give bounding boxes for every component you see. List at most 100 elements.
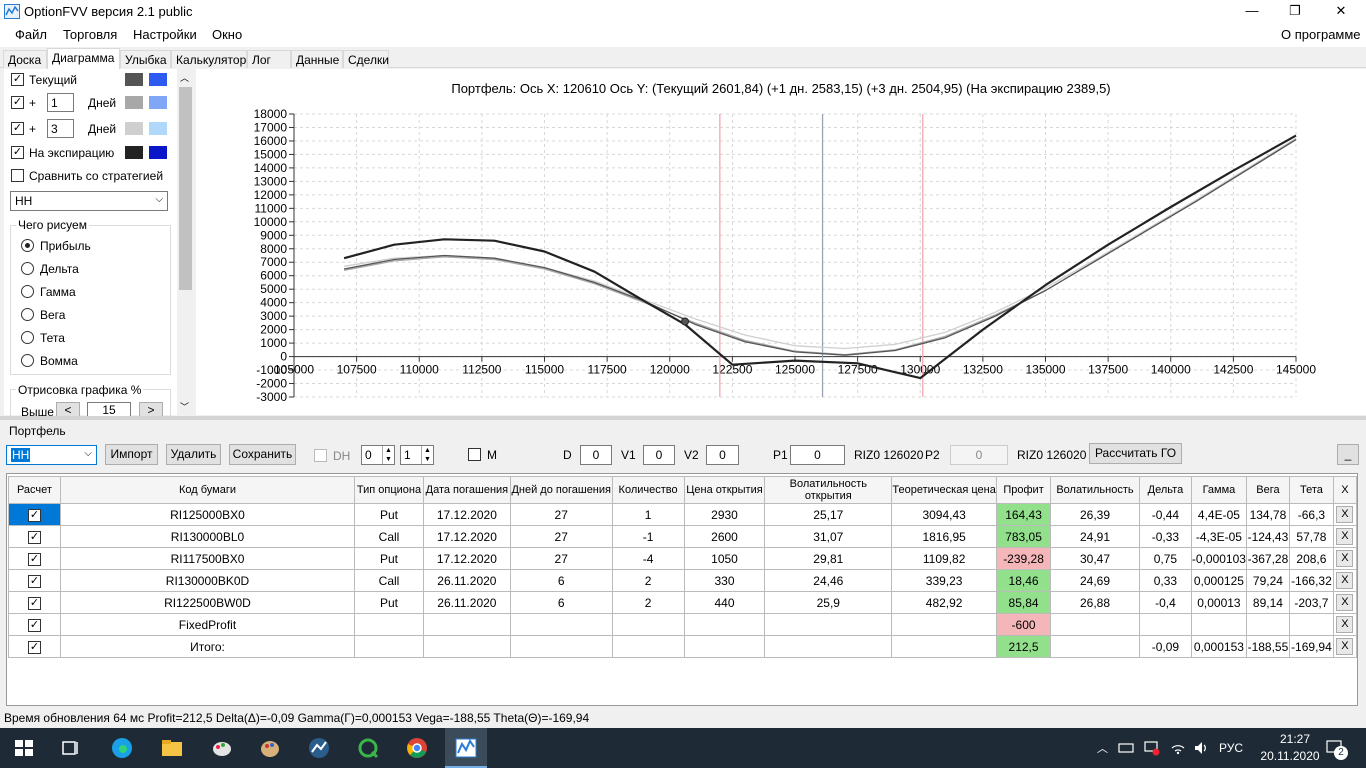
cell-profit[interactable]: 85,84 <box>996 591 1052 614</box>
cell-date[interactable] <box>422 613 511 636</box>
cell-theta[interactable]: -66,3 <box>1288 503 1334 526</box>
cell-type[interactable] <box>354 613 424 636</box>
column-header[interactable]: Гамма <box>1190 476 1247 504</box>
cell-qty[interactable]: -1 <box>611 525 685 548</box>
table-row[interactable]: ✓ RI122500BW0D Put 26.11.2020 6 2 440 25,9 482,9… <box>8 591 1358 614</box>
left-scrollbar[interactable]: ︿ ﹀ <box>177 69 194 415</box>
m-checkbox[interactable] <box>468 448 481 461</box>
cell-vol[interactable]: 26,39 <box>1050 503 1140 526</box>
cell-profit[interactable]: -239,28 <box>996 547 1052 570</box>
cell-theta[interactable]: 57,78 <box>1288 525 1334 548</box>
table-row[interactable]: ✓ RI130000BK0D Call 26.11.2020 6 2 330 24,46 339… <box>8 569 1358 592</box>
cell-profit[interactable]: 164,43 <box>996 503 1052 526</box>
table-row[interactable]: ✓ RI130000BL0 Call 17.12.2020 27 -1 2600 31,07 1… <box>8 525 1358 548</box>
row-checkbox[interactable]: ✓ <box>27 531 41 544</box>
windows-start-icon[interactable] <box>12 736 36 760</box>
dh-spin-2[interactable]: 1 ▲ ▼ <box>400 445 434 465</box>
column-header[interactable]: Дельта <box>1138 476 1192 504</box>
cell-date[interactable] <box>422 635 511 658</box>
cell-type[interactable]: Call <box>354 525 424 548</box>
close-button[interactable]: ✕ <box>1318 0 1364 23</box>
menu-about[interactable]: О программе <box>1281 27 1361 42</box>
chrome-icon[interactable] <box>405 736 429 760</box>
cell-code[interactable]: RI130000BK0D <box>59 569 356 592</box>
day1-color-blue[interactable] <box>149 96 167 109</box>
cell-delta[interactable]: -0,33 <box>1138 525 1192 548</box>
calc-cell[interactable]: ✓ <box>8 503 61 526</box>
cell-vol-open[interactable] <box>764 613 893 636</box>
cell-vega[interactable]: 79,24 <box>1245 569 1290 592</box>
tray-date[interactable]: 20.11.2020 <box>1257 749 1323 763</box>
plus-day3-checkbox[interactable]: ✓ <box>11 122 24 135</box>
cell-delta[interactable]: 0,75 <box>1138 547 1192 570</box>
calc-cell[interactable]: ✓ <box>8 525 61 548</box>
palette-app-icon[interactable] <box>258 736 282 760</box>
cell-qty[interactable]: 2 <box>611 591 685 614</box>
cell-type[interactable]: Put <box>354 591 424 614</box>
cell-vol-open[interactable]: 24,46 <box>764 569 893 592</box>
cell-days[interactable] <box>509 613 613 636</box>
column-header[interactable]: Тета <box>1288 476 1334 504</box>
days1-input[interactable]: 1 <box>47 93 74 112</box>
tab-smile[interactable]: Улыбка <box>120 50 171 68</box>
d-input[interactable]: 0 <box>580 445 612 465</box>
calc-cell[interactable]: ✓ <box>8 591 61 614</box>
spin-up-icon[interactable]: ▲ <box>421 446 433 455</box>
cell-date[interactable]: 26.11.2020 <box>422 569 511 592</box>
cell-gamma[interactable]: 0,000125 <box>1190 569 1247 592</box>
scroll-down-icon[interactable]: ﹀ <box>180 400 189 413</box>
cell-theta[interactable]: 208,6 <box>1288 547 1334 570</box>
tab-data[interactable]: Данные <box>291 50 343 68</box>
cell-date[interactable]: 17.12.2020 <box>422 503 511 526</box>
day1-color-gray[interactable] <box>125 96 143 109</box>
cell-gamma[interactable]: -0,000103 <box>1190 547 1247 570</box>
column-header[interactable]: Цена открытия <box>683 476 766 504</box>
cell-price[interactable]: 1050 <box>683 547 766 570</box>
tab-log[interactable]: Лог <box>247 50 291 68</box>
column-header[interactable]: Количество <box>611 476 685 504</box>
row-checkbox[interactable]: ✓ <box>27 619 41 632</box>
column-header[interactable]: Вега <box>1245 476 1290 504</box>
column-header[interactable]: Профит <box>996 476 1052 504</box>
row-checkbox[interactable]: ✓ <box>27 509 41 522</box>
tab-calculator[interactable]: Калькулятор <box>171 50 247 68</box>
save-button[interactable]: Сохранить <box>229 444 296 465</box>
column-header[interactable]: Тип опциона <box>354 476 424 504</box>
radio-gamma[interactable] <box>21 285 34 298</box>
v1-input[interactable]: 0 <box>643 445 675 465</box>
cell-theo[interactable]: 3094,43 <box>891 503 998 526</box>
column-header[interactable]: Волатильность открытия <box>764 476 893 504</box>
menu-window[interactable]: Окно <box>212 27 242 42</box>
tab-board[interactable]: Доска <box>3 50 47 68</box>
current-color-dark[interactable] <box>125 73 143 86</box>
spin-down-icon[interactable]: ▼ <box>421 455 433 464</box>
menu-trade[interactable]: Торговля <box>63 27 117 42</box>
cell-date[interactable]: 17.12.2020 <box>422 525 511 548</box>
cell-gamma[interactable]: 4,4E-05 <box>1190 503 1247 526</box>
remove-row-button[interactable]: X <box>1336 506 1354 523</box>
cell-qty[interactable] <box>611 613 685 636</box>
cell-profit[interactable]: -600 <box>996 613 1052 636</box>
radio-delta[interactable] <box>21 262 34 275</box>
cell-theo[interactable]: 1109,82 <box>891 547 998 570</box>
row-checkbox[interactable]: ✓ <box>27 553 41 566</box>
p1-input[interactable]: 0 <box>790 445 845 465</box>
cell-vol-open[interactable]: 25,9 <box>764 591 893 614</box>
scroll-up-icon[interactable]: ︿ <box>180 71 189 84</box>
cell-vol[interactable] <box>1050 613 1140 636</box>
cell-vega[interactable]: -124,43 <box>1245 525 1290 548</box>
tray-expand-icon[interactable]: ︿ <box>1097 740 1108 756</box>
cell-vega[interactable]: 134,78 <box>1245 503 1290 526</box>
cell-type[interactable]: Put <box>354 503 424 526</box>
column-header[interactable]: Дней до погашения <box>509 476 613 504</box>
paint-app-icon[interactable] <box>210 736 234 760</box>
cell-type[interactable]: Call <box>354 569 424 592</box>
expiry-color-blue[interactable] <box>149 146 167 159</box>
cell-gamma[interactable]: 0,000153 <box>1190 635 1247 658</box>
column-header[interactable]: Волатильность <box>1050 476 1140 504</box>
maximize-button[interactable]: ❐ <box>1272 0 1318 23</box>
tray-wifi-icon[interactable] <box>1170 740 1186 756</box>
cell-profit[interactable]: 18,46 <box>996 569 1052 592</box>
cell-qty[interactable]: -4 <box>611 547 685 570</box>
column-header[interactable]: Дата погашения <box>422 476 511 504</box>
